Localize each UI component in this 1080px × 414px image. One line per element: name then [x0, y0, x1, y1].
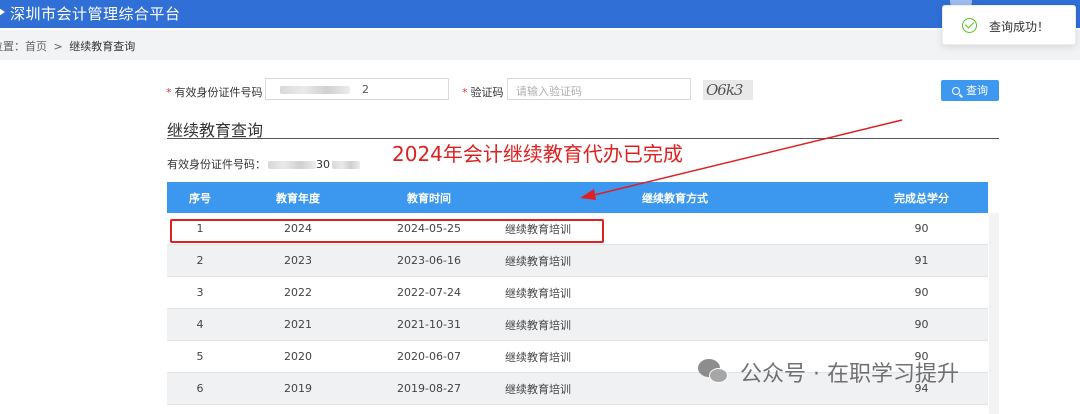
cell-no: 2: [196, 254, 204, 267]
cell-credits: 90: [914, 318, 929, 331]
col-header-date: 教育时间: [407, 191, 451, 205]
captcha-placeholder: 请输入验证码: [516, 85, 582, 98]
cell-credits: 90: [914, 286, 929, 299]
cell-year: 2021: [284, 318, 312, 331]
search-button-label: 查询: [966, 84, 988, 97]
cell-date: 2021-10-31: [397, 318, 461, 331]
cell-date: 2020-06-07: [397, 350, 461, 363]
cell-year: 2019: [284, 382, 312, 395]
id-number-label: * 有效身份证件号码: [166, 86, 263, 99]
col-header-no: 序号: [189, 191, 211, 205]
table-row: 4 2021 2021-10-31 继续教育培训 90: [167, 309, 988, 341]
logo-icon: [0, 6, 5, 18]
cell-date: 2022-07-24: [397, 286, 461, 299]
cell-credits: 90: [914, 222, 929, 235]
cell-no: 5: [196, 350, 204, 363]
cell-date: 2023-06-16: [397, 254, 461, 267]
id-number-suffix: 2: [362, 83, 369, 96]
highlight-box: [170, 219, 604, 243]
id-line: 有效身份证件号码： 30: [167, 156, 360, 172]
app-title: 深圳市会计管理综合平台: [10, 5, 181, 23]
table-header: 序号 教育年度 教育时间 继续教育方式 完成总学分: [167, 182, 988, 213]
breadcrumb-separator: >: [53, 40, 63, 53]
breadcrumb-current: 继续教育查询: [69, 40, 136, 53]
col-header-method: 继续教育方式: [642, 191, 708, 205]
captcha-label: * 验证码: [462, 86, 504, 99]
search-icon: [952, 87, 960, 95]
cell-method: 继续教育培训: [505, 286, 571, 300]
col-header-year: 教育年度: [276, 191, 320, 205]
search-button[interactable]: 查询: [941, 80, 999, 101]
id-number-input[interactable]: 2: [265, 78, 449, 100]
wechat-icon: [698, 359, 730, 385]
cell-no: 6: [196, 382, 204, 395]
captcha-input[interactable]: 请输入验证码: [507, 78, 691, 100]
captcha-text: O6k3: [706, 81, 743, 99]
cell-year: 2020: [284, 350, 312, 363]
top-header: 深圳市会计管理综合平台: [0, 0, 1080, 28]
id-line-suffix: 30: [316, 158, 330, 171]
cell-method: 继续教育培训: [505, 318, 571, 332]
breadcrumb-prefix: 位置：: [0, 40, 25, 53]
cell-method: 继续教育培训: [505, 254, 571, 268]
watermark-text: 公众号 · 在职学习提升: [740, 362, 959, 387]
cell-credits: 91: [914, 254, 929, 267]
required-mark: *: [462, 86, 468, 99]
required-mark: *: [166, 86, 172, 99]
check-circle-icon: [962, 18, 977, 33]
breadcrumb: 位置：首页 > 继续教育查询: [0, 30, 1080, 60]
cell-no: 4: [196, 318, 204, 331]
breadcrumb-home[interactable]: 首页: [25, 38, 47, 54]
cell-no: 3: [196, 286, 204, 299]
table-scrollbar[interactable]: [989, 213, 999, 414]
masked-value: [280, 86, 350, 94]
watermark: 公众号 · 在职学习提升: [698, 357, 959, 387]
cell-year: 2022: [284, 286, 312, 299]
cell-year: 2023: [284, 254, 312, 267]
annotation-text: 2024年会计继续教育代办已完成: [392, 142, 683, 166]
col-header-credits: 完成总学分: [894, 191, 949, 205]
toast-message: 查询成功！: [989, 20, 1050, 34]
success-toast: 查询成功！: [942, 5, 1076, 45]
cell-date: 2019-08-27: [397, 382, 461, 395]
table-row: 2 2023 2023-06-16 继续教育培训 91: [167, 245, 988, 277]
table-row: 3 2022 2022-07-24 继续教育培训 90: [167, 277, 988, 309]
captcha-image[interactable]: O6k3: [703, 80, 753, 100]
